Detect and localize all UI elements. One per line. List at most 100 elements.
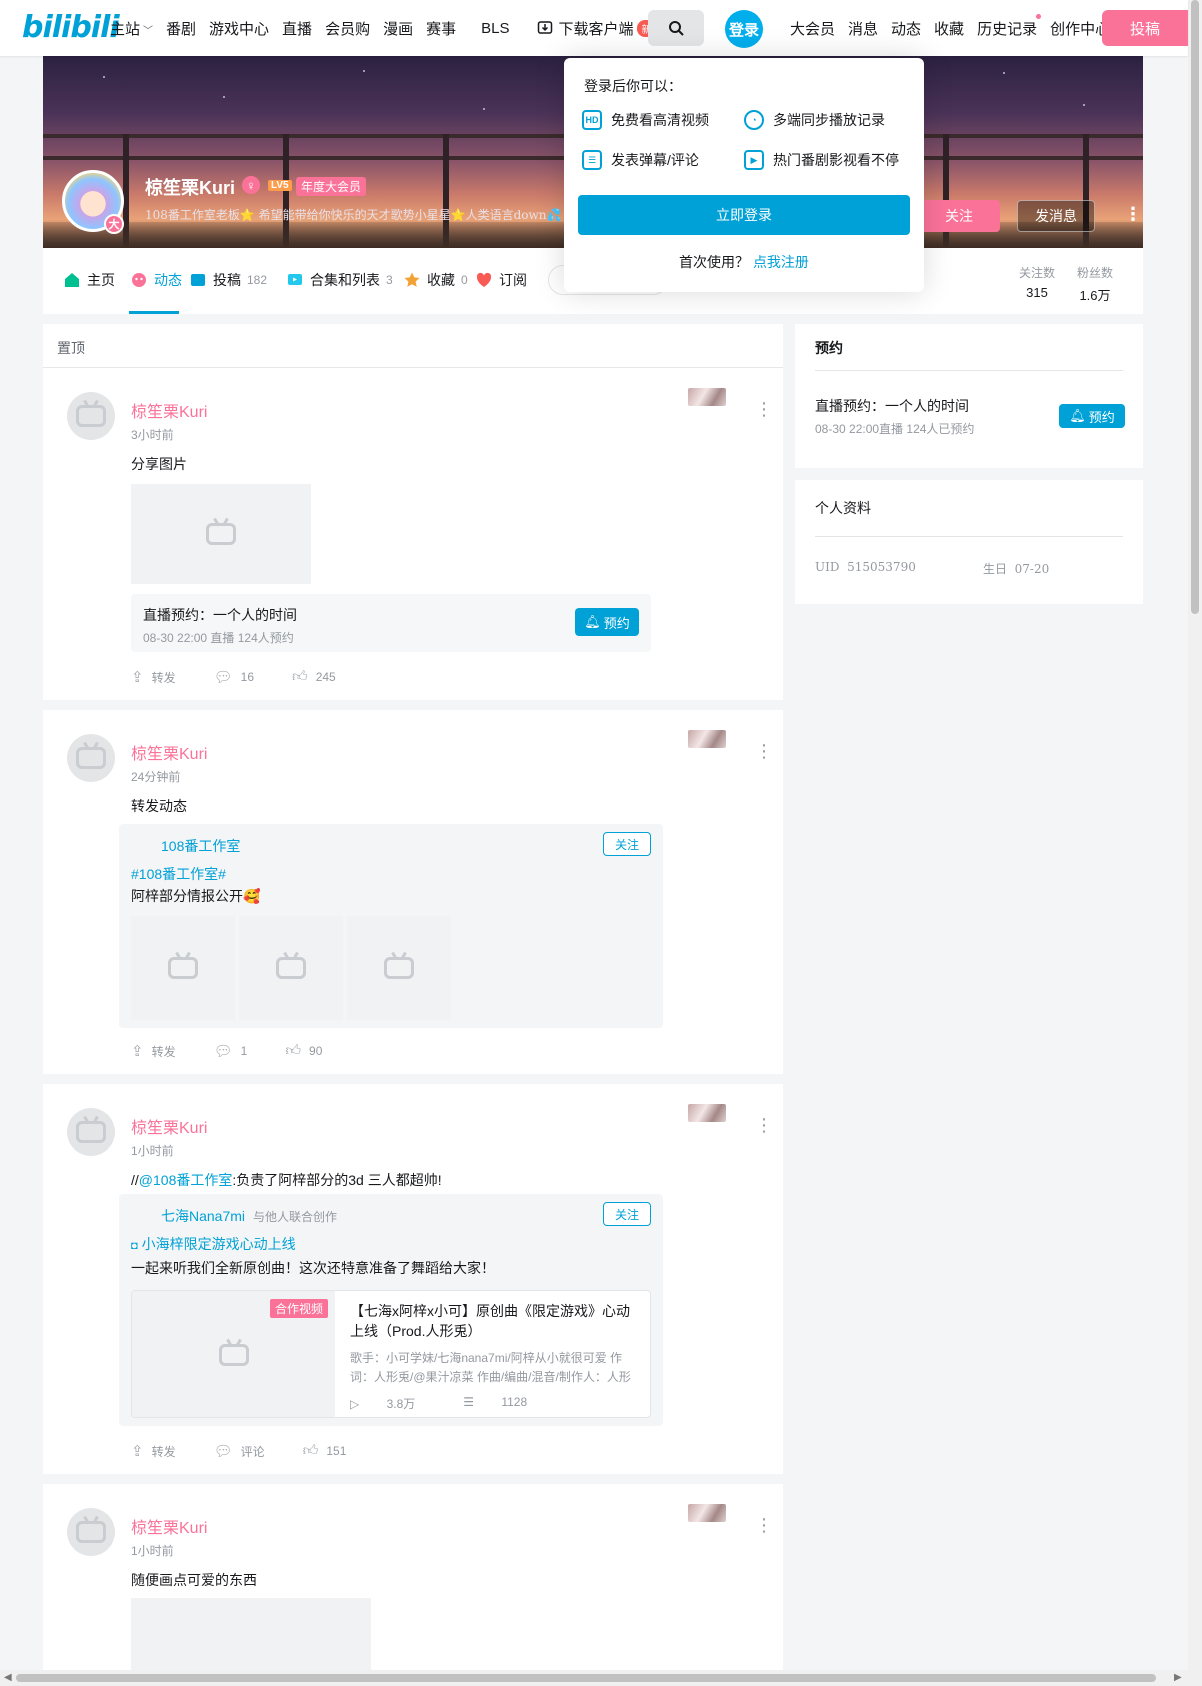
avatar[interactable] xyxy=(67,1108,115,1156)
scrollbar-thumb[interactable] xyxy=(16,1674,1156,1682)
following-stat[interactable]: 关注数 315 xyxy=(1007,264,1067,300)
profile-info-panel: 个人资料 UID 515053790 生日 07-20 xyxy=(795,480,1143,604)
nav-bls[interactable]: BLS xyxy=(481,20,509,37)
nav-favorites[interactable]: 收藏 xyxy=(934,18,964,39)
repost-text: 阿梓部分情报公开🥰 xyxy=(131,888,261,904)
nav-shop[interactable]: 会员购 xyxy=(325,18,370,39)
topic-link[interactable]: #108番工作室# xyxy=(131,864,226,884)
post-image[interactable] xyxy=(131,1598,371,1670)
repost-image[interactable] xyxy=(347,916,451,1020)
tab-uploads[interactable]: 投稿 182 xyxy=(189,270,267,290)
avatar[interactable] xyxy=(67,1508,115,1556)
tab-home[interactable]: 主页 xyxy=(63,270,115,290)
register-link[interactable]: 点我注册 xyxy=(753,254,809,270)
chevron-down-icon: ﹀ xyxy=(143,25,154,37)
search-button[interactable] xyxy=(648,10,704,46)
scrollbar-thumb[interactable] xyxy=(1191,0,1199,614)
author-name[interactable]: 椋笙栗Kuri xyxy=(131,740,207,764)
post-time[interactable]: 1小时前 xyxy=(131,1542,174,1559)
repost-follow-button[interactable]: 关注 xyxy=(603,1202,651,1226)
more-icon[interactable]: ⋮ xyxy=(755,742,773,760)
star xyxy=(103,76,105,78)
more-icon[interactable]: ⋮ xyxy=(755,1116,773,1134)
repost-image[interactable] xyxy=(239,916,343,1020)
share-icon: ⇪ xyxy=(131,1443,144,1460)
vertical-scrollbar[interactable] xyxy=(1188,0,1202,1686)
nav-game-center[interactable]: 游戏中心 xyxy=(209,18,269,39)
message-button[interactable]: 发消息 xyxy=(1017,200,1095,232)
comment-button[interactable]: 💬︎ 16 xyxy=(214,668,254,686)
fans-stat[interactable]: 粉丝数 1.6万 xyxy=(1065,264,1125,304)
danmaku-count: ☰ 1128 xyxy=(463,1395,528,1409)
vip-tag[interactable]: 年度大会员 xyxy=(296,177,367,196)
like-button[interactable]: 👍︎ 90 xyxy=(285,1042,322,1060)
tv-placeholder-icon xyxy=(76,747,106,769)
scroll-right-arrow-icon[interactable]: ▶ xyxy=(1174,1672,1182,1683)
nav-manga[interactable]: 漫画 xyxy=(383,18,413,39)
nav-main[interactable]: 主站 ﹀ xyxy=(110,18,153,39)
avatar[interactable] xyxy=(67,392,115,440)
post-time[interactable]: 1小时前 xyxy=(131,1142,174,1159)
repost-image[interactable] xyxy=(131,916,235,1020)
bilibili-logo[interactable]: bilibili xyxy=(22,10,120,45)
video-title[interactable]: 【七海x阿梓x小可】原创曲《限定游戏》心动上线（Prod.人形兎） xyxy=(350,1301,640,1341)
reserve-button[interactable]: 🔔︎ 预约 xyxy=(575,608,639,636)
search-icon xyxy=(669,21,684,36)
author-name[interactable]: 椋笙栗Kuri xyxy=(131,1114,207,1138)
nav-anime[interactable]: 番剧 xyxy=(166,18,196,39)
author-name[interactable]: 椋笙栗Kuri xyxy=(131,1514,207,1538)
nav-right: 大会员 消息 动态 收藏 历史记录 创作中心 xyxy=(790,0,1123,56)
profile-signature: 108番工作室老板⭐ 希望能带给你快乐的天才歌势小星星⭐人类语言down💦 ♀ xyxy=(145,208,575,222)
share-button[interactable]: ⇪ 转发 xyxy=(131,1442,176,1460)
download-client[interactable]: 下载客户端 新 xyxy=(537,18,656,39)
nav-live[interactable]: 直播 xyxy=(282,18,312,39)
thumbs-up-icon: 👍︎ xyxy=(292,668,308,685)
scroll-left-arrow-icon[interactable]: ◀ xyxy=(4,1672,12,1683)
tab-collections[interactable]: 合集和列表 3 xyxy=(286,270,393,290)
post-time[interactable]: 24分钟前 xyxy=(131,768,180,785)
action-bar: ⇪ 转发 💬︎ 1 👍︎ 90 xyxy=(131,1042,360,1060)
comment-button[interactable]: 💬︎ 1 xyxy=(214,1042,248,1060)
share-button[interactable]: ⇪ 转发 xyxy=(131,668,176,686)
like-button[interactable]: 👍︎ 151 xyxy=(303,1442,347,1460)
nav-esports[interactable]: 赛事 xyxy=(426,18,456,39)
mention-link[interactable]: @108番工作室 xyxy=(139,1172,233,1188)
list-icon: ☰ xyxy=(582,150,602,170)
login-now-button[interactable]: 立即登录 xyxy=(578,195,910,235)
video-card[interactable]: 合作视频 【七海x阿梓x小可】原创曲《限定游戏》心动上线（Prod.人形兎） 歌… xyxy=(131,1290,651,1418)
more-icon[interactable]: ⋮ xyxy=(755,1516,773,1534)
repost-author[interactable]: 七海Nana7mi 与他人联合创作 xyxy=(161,1206,337,1226)
horizontal-scrollbar[interactable]: ◀ ▶ xyxy=(0,1670,1188,1686)
like-button[interactable]: 👍︎ 245 xyxy=(292,668,336,686)
bell-icon: 🔔︎ xyxy=(1069,408,1086,423)
divider xyxy=(815,536,1123,537)
tab-subscriptions[interactable]: 订阅 xyxy=(475,270,527,290)
repost-author[interactable]: 108番工作室 xyxy=(161,836,240,856)
repost-card[interactable]: 108番工作室 关注 #108番工作室# 阿梓部分情报公开🥰 xyxy=(119,824,663,1028)
upload-button[interactable]: 投稿 xyxy=(1102,10,1188,46)
topic-link[interactable]: ◘ 小海梓限定游戏心动上线 xyxy=(131,1234,296,1254)
repost-card[interactable]: 七海Nana7mi 与他人联合创作 关注 ◘ 小海梓限定游戏心动上线 一起来听我们全… xyxy=(119,1194,663,1426)
follow-button[interactable]: 关注 xyxy=(918,200,1000,232)
repost-follow-button[interactable]: 关注 xyxy=(603,832,651,856)
share-icon: ⇪ xyxy=(131,669,144,686)
share-button[interactable]: ⇪ 转发 xyxy=(131,1042,176,1060)
login-avatar-button[interactable]: 登录 xyxy=(725,10,763,48)
comment-button[interactable]: 💬︎ 评论 xyxy=(214,1442,265,1460)
tv-placeholder-icon xyxy=(276,957,306,979)
star xyxy=(223,96,225,98)
author-name[interactable]: 椋笙栗Kuri xyxy=(131,398,207,422)
more-icon[interactable]: ⋮ xyxy=(755,400,773,418)
comment-icon: 💬︎ xyxy=(213,1043,233,1060)
tab-dynamic[interactable]: 动态 xyxy=(130,270,182,290)
post-time[interactable]: 3小时前 xyxy=(131,426,174,443)
post-image[interactable] xyxy=(131,484,311,584)
avatar[interactable] xyxy=(67,734,115,782)
nav-dynamic[interactable]: 动态 xyxy=(891,18,921,39)
nav-messages[interactable]: 消息 xyxy=(848,18,878,39)
sidebar-reserve-button[interactable]: 🔔︎ 预约 xyxy=(1059,404,1125,428)
tab-favorites[interactable]: 收藏 0 xyxy=(403,270,468,290)
nav-vip[interactable]: 大会员 xyxy=(790,18,835,39)
nav-history[interactable]: 历史记录 xyxy=(977,13,1042,39)
more-vertical-icon[interactable]: ⋮ xyxy=(1124,205,1142,223)
